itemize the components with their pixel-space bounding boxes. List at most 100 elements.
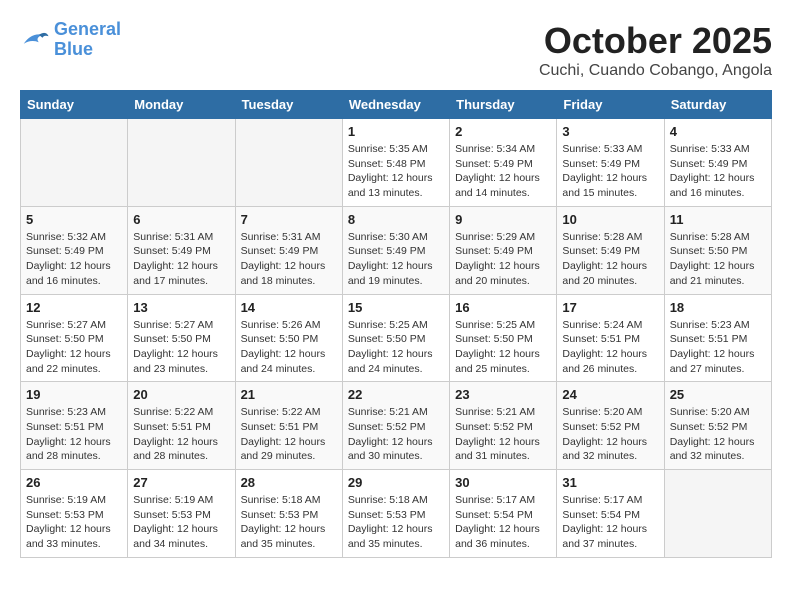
day-number: 19 [26,387,122,402]
day-info: Sunrise: 5:31 AMSunset: 5:49 PMDaylight:… [241,230,337,289]
calendar-table: SundayMondayTuesdayWednesdayThursdayFrid… [20,90,772,558]
day-info: Sunrise: 5:32 AMSunset: 5:49 PMDaylight:… [26,230,122,289]
day-number: 9 [455,212,551,227]
day-info: Sunrise: 5:30 AMSunset: 5:49 PMDaylight:… [348,230,444,289]
calendar-cell: 10 Sunrise: 5:28 AMSunset: 5:49 PMDayligh… [557,206,664,294]
calendar-cell: 5 Sunrise: 5:32 AMSunset: 5:49 PMDaylight… [21,206,128,294]
day-number: 20 [133,387,229,402]
calendar-cell: 24 Sunrise: 5:20 AMSunset: 5:52 PMDayligh… [557,382,664,470]
calendar-cell: 21Sunrise: 5:22 AMSunset: 5:51 PMDayligh… [235,382,342,470]
day-number: 7 [241,212,337,227]
day-info: Sunrise: 5:28 AMSunset: 5:50 PMDaylight:… [670,230,766,289]
calendar-cell: 30 Sunrise: 5:17 AMSunset: 5:54 PMDayligh… [450,470,557,558]
day-number: 11 [670,212,766,227]
day-number: 23 [455,387,551,402]
day-info: Sunrise: 5:33 AMSunset: 5:49 PMDaylight:… [670,142,766,201]
calendar-cell: 7 Sunrise: 5:31 AMSunset: 5:49 PMDaylight… [235,206,342,294]
calendar-cell: 26 Sunrise: 5:19 AMSunset: 5:53 PMDayligh… [21,470,128,558]
weekday-header: Monday [128,91,235,119]
day-number: 4 [670,124,766,139]
day-number: 6 [133,212,229,227]
day-number: 18 [670,300,766,315]
calendar-week-row: 26 Sunrise: 5:19 AMSunset: 5:53 PMDayligh… [21,470,772,558]
day-info: Sunrise: 5:25 AMSunset: 5:50 PMDaylight:… [455,318,551,377]
day-number: 2 [455,124,551,139]
calendar-cell [664,470,771,558]
calendar-cell [128,119,235,207]
calendar-week-row: 5 Sunrise: 5:32 AMSunset: 5:49 PMDaylight… [21,206,772,294]
logo: General Blue [20,20,121,60]
day-info: Sunrise: 5:27 AMSunset: 5:50 PMDaylight:… [133,318,229,377]
day-number: 8 [348,212,444,227]
day-number: 31 [562,475,658,490]
day-info: Sunrise: 5:23 AMSunset: 5:51 PMDaylight:… [670,318,766,377]
day-number: 24 [562,387,658,402]
calendar-cell [235,119,342,207]
calendar-cell: 6 Sunrise: 5:31 AMSunset: 5:49 PMDaylight… [128,206,235,294]
day-number: 16 [455,300,551,315]
calendar-cell [21,119,128,207]
calendar-cell: 4 Sunrise: 5:33 AMSunset: 5:49 PMDaylight… [664,119,771,207]
calendar-cell: 14 Sunrise: 5:26 AMSunset: 5:50 PMDayligh… [235,294,342,382]
day-info: Sunrise: 5:21 AMSunset: 5:52 PMDaylight:… [455,405,551,464]
logo-text: General Blue [54,20,121,60]
calendar-cell: 28Sunrise: 5:18 AMSunset: 5:53 PMDayligh… [235,470,342,558]
title-section: October 2025 Cuchi, Cuando Cobango, Ango… [539,20,772,80]
calendar-cell: 1Sunrise: 5:35 AMSunset: 5:48 PMDaylight… [342,119,449,207]
day-number: 25 [670,387,766,402]
calendar-week-row: 1Sunrise: 5:35 AMSunset: 5:48 PMDaylight… [21,119,772,207]
day-info: Sunrise: 5:21 AMSunset: 5:52 PMDaylight:… [348,405,444,464]
calendar-cell: 12 Sunrise: 5:27 AMSunset: 5:50 PMDayligh… [21,294,128,382]
day-info: Sunrise: 5:17 AMSunset: 5:54 PMDaylight:… [562,493,658,552]
day-info: Sunrise: 5:27 AMSunset: 5:50 PMDaylight:… [26,318,122,377]
day-number: 3 [562,124,658,139]
day-number: 21 [241,387,337,402]
day-number: 14 [241,300,337,315]
calendar-cell: 9 Sunrise: 5:29 AMSunset: 5:49 PMDaylight… [450,206,557,294]
weekday-header: Wednesday [342,91,449,119]
day-number: 5 [26,212,122,227]
page-title: October 2025 [539,20,772,62]
day-info: Sunrise: 5:34 AMSunset: 5:49 PMDaylight:… [455,142,551,201]
day-info: Sunrise: 5:20 AMSunset: 5:52 PMDaylight:… [670,405,766,464]
day-info: Sunrise: 5:20 AMSunset: 5:52 PMDaylight:… [562,405,658,464]
weekday-header: Friday [557,91,664,119]
day-number: 13 [133,300,229,315]
calendar-week-row: 19 Sunrise: 5:23 AMSunset: 5:51 PMDayligh… [21,382,772,470]
calendar-cell: 19 Sunrise: 5:23 AMSunset: 5:51 PMDayligh… [21,382,128,470]
calendar-cell: 31 Sunrise: 5:17 AMSunset: 5:54 PMDayligh… [557,470,664,558]
calendar-cell: 22 Sunrise: 5:21 AMSunset: 5:52 PMDayligh… [342,382,449,470]
day-info: Sunrise: 5:24 AMSunset: 5:51 PMDaylight:… [562,318,658,377]
day-number: 12 [26,300,122,315]
page-subtitle: Cuchi, Cuando Cobango, Angola [539,62,772,80]
day-info: Sunrise: 5:18 AMSunset: 5:53 PMDaylight:… [348,493,444,552]
calendar-cell: 13 Sunrise: 5:27 AMSunset: 5:50 PMDayligh… [128,294,235,382]
day-info: Sunrise: 5:35 AMSunset: 5:48 PMDaylight:… [348,142,444,201]
day-number: 27 [133,475,229,490]
day-info: Sunrise: 5:22 AMSunset: 5:51 PMDaylight:… [133,405,229,464]
calendar-cell: 20 Sunrise: 5:22 AMSunset: 5:51 PMDayligh… [128,382,235,470]
day-info: Sunrise: 5:17 AMSunset: 5:54 PMDaylight:… [455,493,551,552]
day-number: 22 [348,387,444,402]
day-info: Sunrise: 5:19 AMSunset: 5:53 PMDaylight:… [26,493,122,552]
day-number: 15 [348,300,444,315]
calendar-cell: 29Sunrise: 5:18 AMSunset: 5:53 PMDayligh… [342,470,449,558]
calendar-cell: 2 Sunrise: 5:34 AMSunset: 5:49 PMDaylight… [450,119,557,207]
calendar-cell: 15Sunrise: 5:25 AMSunset: 5:50 PMDayligh… [342,294,449,382]
calendar-cell: 16 Sunrise: 5:25 AMSunset: 5:50 PMDayligh… [450,294,557,382]
page-header: General Blue October 2025 Cuchi, Cuando … [20,20,772,80]
day-info: Sunrise: 5:29 AMSunset: 5:49 PMDaylight:… [455,230,551,289]
day-info: Sunrise: 5:26 AMSunset: 5:50 PMDaylight:… [241,318,337,377]
day-number: 17 [562,300,658,315]
calendar-week-row: 12 Sunrise: 5:27 AMSunset: 5:50 PMDayligh… [21,294,772,382]
calendar-cell: 18 Sunrise: 5:23 AMSunset: 5:51 PMDayligh… [664,294,771,382]
day-number: 30 [455,475,551,490]
day-info: Sunrise: 5:28 AMSunset: 5:49 PMDaylight:… [562,230,658,289]
day-number: 10 [562,212,658,227]
day-info: Sunrise: 5:31 AMSunset: 5:49 PMDaylight:… [133,230,229,289]
weekday-header: Thursday [450,91,557,119]
weekday-header: Tuesday [235,91,342,119]
day-number: 26 [26,475,122,490]
weekday-header: Sunday [21,91,128,119]
day-info: Sunrise: 5:23 AMSunset: 5:51 PMDaylight:… [26,405,122,464]
